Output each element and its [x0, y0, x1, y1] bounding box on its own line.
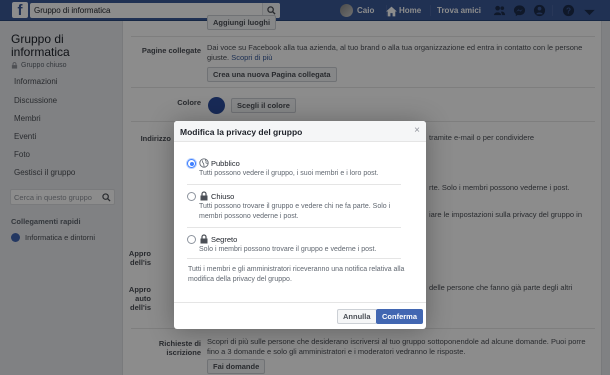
dialog-header: Modifica la privacy del gruppo ×	[174, 121, 426, 142]
notification-notice: Tutti i membri e gli amministratori rice…	[188, 266, 405, 283]
option-divider	[187, 184, 401, 185]
public-radio[interactable]	[187, 159, 196, 168]
dialog-footer: Annulla Conferma	[174, 302, 426, 329]
closed-option-title: Chiuso	[211, 192, 235, 201]
globe-icon	[199, 158, 209, 168]
option-divider	[187, 258, 401, 259]
close-icon[interactable]: ×	[414, 125, 420, 137]
privacy-option-closed[interactable]: Chiuso Tutti possono trovare il gruppo e…	[187, 191, 417, 223]
public-option-description: Tutti possono vedere il gruppo, i suoi m…	[199, 170, 379, 177]
secret-radio[interactable]	[187, 235, 196, 244]
privacy-dialog: Modifica la privacy del gruppo × Pubblic…	[174, 121, 426, 329]
cancel-button[interactable]: Annulla	[337, 309, 377, 324]
public-option-title: Pubblico	[211, 159, 240, 168]
lock-icon	[200, 191, 208, 201]
closed-radio[interactable]	[187, 192, 196, 201]
confirm-button[interactable]: Conferma	[376, 309, 424, 324]
option-divider	[187, 227, 401, 228]
lock-icon	[200, 234, 208, 244]
secret-option-title: Segreto	[211, 235, 238, 244]
dialog-title: Modifica la privacy del gruppo	[180, 127, 303, 137]
secret-option-description: Solo i membri possono trovare il gruppo …	[199, 246, 377, 253]
closed-option-description: Tutti possono trovare il gruppo e vedere…	[199, 203, 391, 220]
privacy-option-public[interactable]: Pubblico Tutti possono vedere il gruppo,…	[187, 158, 417, 182]
privacy-option-secret[interactable]: Segreto Solo i membri possono trovare il…	[187, 234, 417, 256]
